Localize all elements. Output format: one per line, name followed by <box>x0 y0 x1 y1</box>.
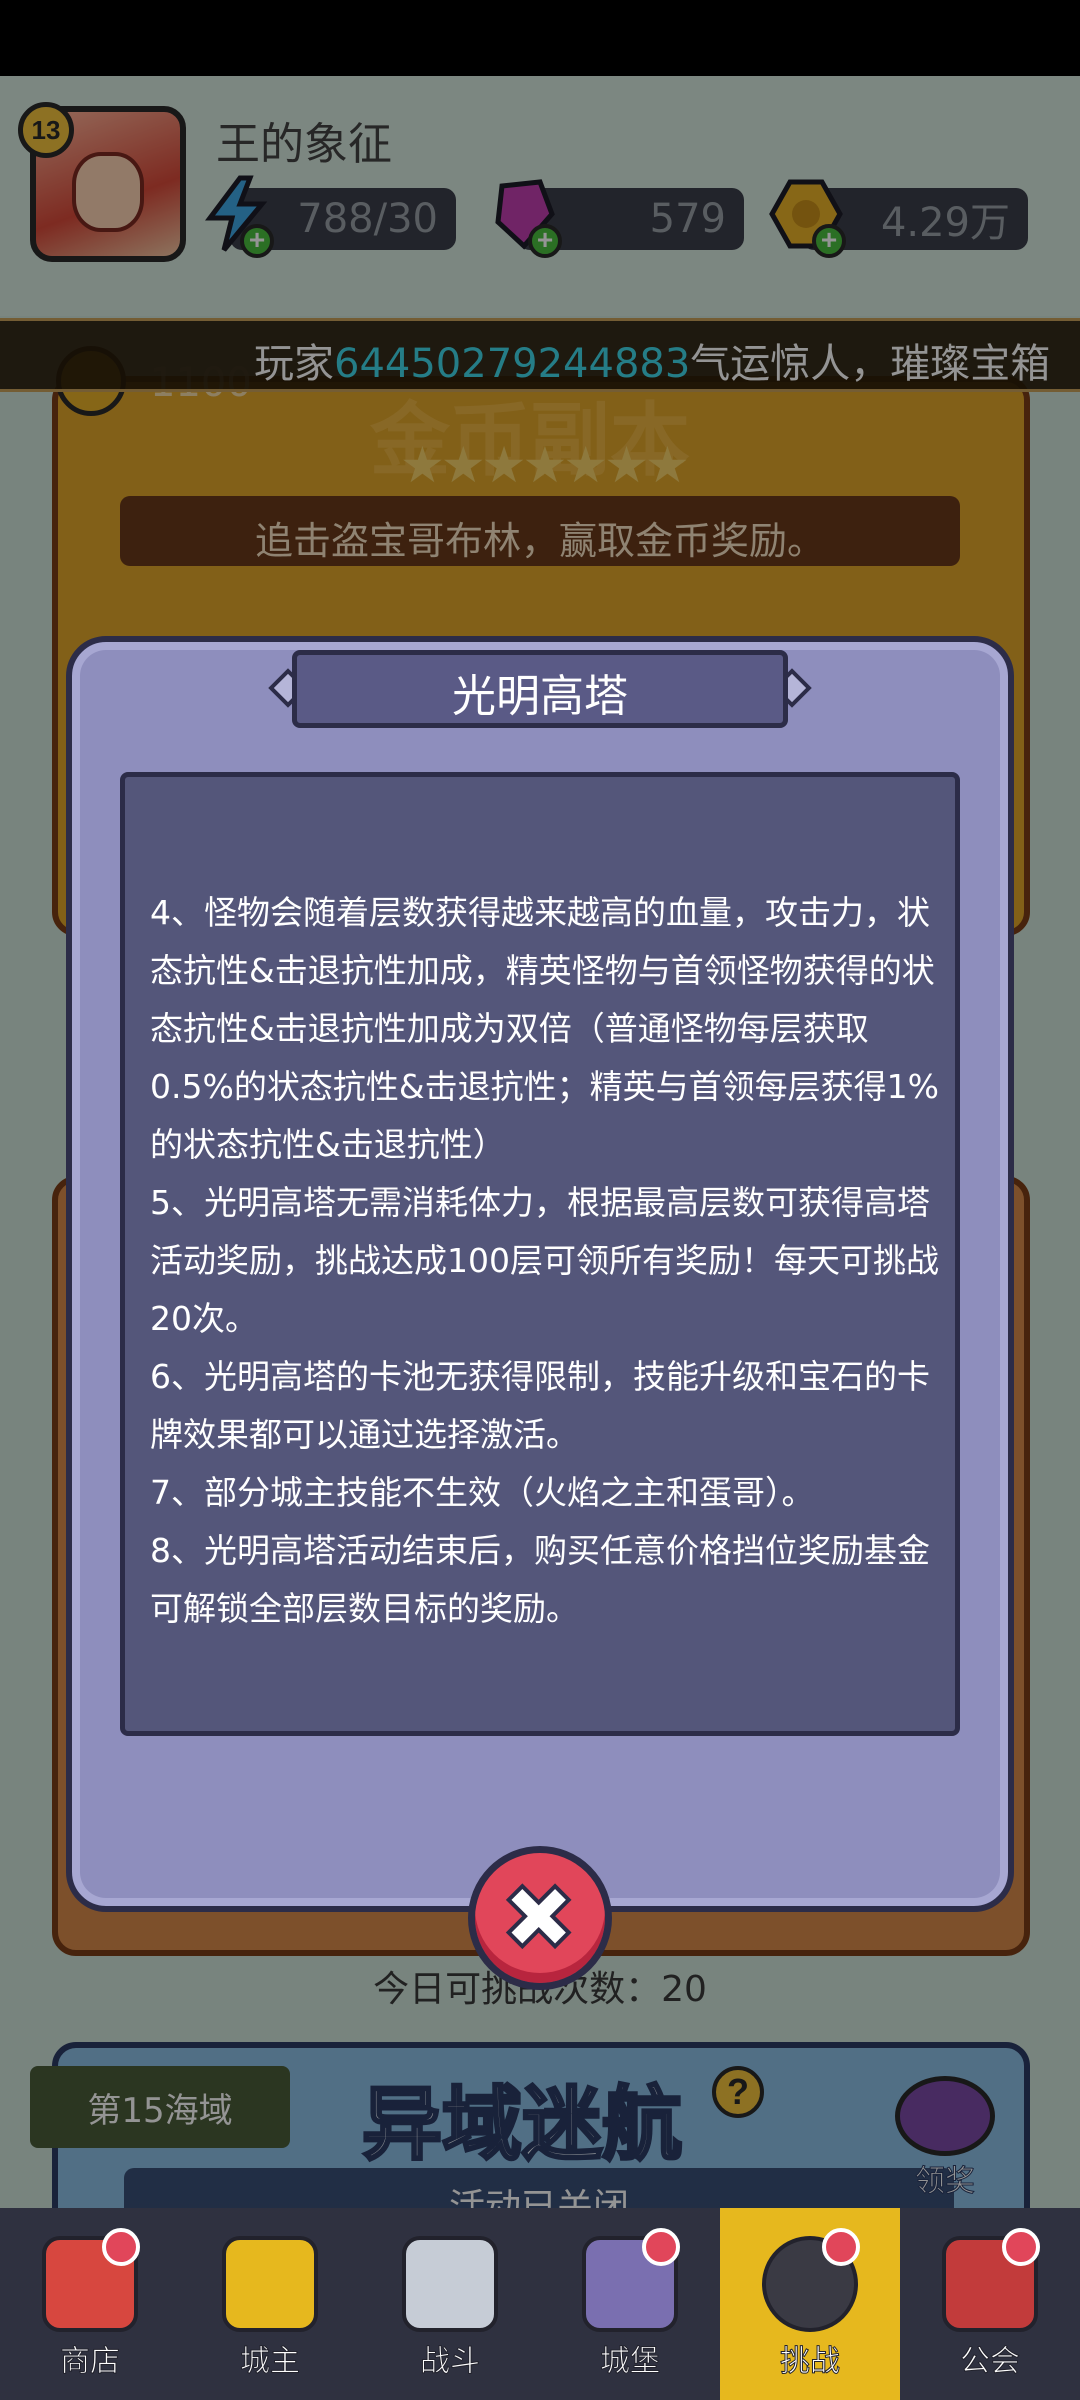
notification-badge <box>102 2228 140 2266</box>
nav-lord[interactable]: 城主 <box>180 2208 360 2400</box>
nav-label: 挑战 <box>780 2344 841 2380</box>
rules-list[interactable]: 4、怪物会随着层数获得越来越高的血量，攻击力，状态抗性&击退抗性加成，精英怪物与… <box>150 884 940 1638</box>
rule-item: 7、部分城主技能不生效（火焰之主和蛋哥）。 <box>150 1473 815 1512</box>
nav-challenge[interactable]: 挑战 <box>720 2208 900 2400</box>
bottom-nav: 商店 城主 战斗 城堡 挑战 公会 <box>0 2208 1080 2400</box>
close-button[interactable]: ✖ <box>468 1846 612 1990</box>
nav-guild[interactable]: 公会 <box>900 2208 1080 2400</box>
rule-item: 4、怪物会随着层数获得越来越高的血量，攻击力，状态抗性&击退抗性加成，精英怪物与… <box>150 893 939 1164</box>
nav-label: 商店 <box>60 2344 121 2380</box>
nav-label: 战斗 <box>420 2344 481 2380</box>
rule-item: 5、光明高塔无需消耗体力，根据最高层数可获得高塔活动奖励，挑战达成100层可领所… <box>150 1183 939 1338</box>
dialog-title: 光明高塔 <box>452 671 628 722</box>
nav-shop[interactable]: 商店 <box>0 2208 180 2400</box>
close-x-icon: ✖ <box>499 1866 578 1971</box>
notification-badge <box>642 2228 680 2266</box>
nav-battle[interactable]: 战斗 <box>360 2208 540 2400</box>
notification-badge <box>822 2228 860 2266</box>
nav-label: 公会 <box>960 2344 1021 2380</box>
crown-icon <box>222 2236 318 2332</box>
rule-item: 8、光明高塔活动结束后，购买任意价格挡位奖励基金可解锁全部层数目标的奖励。 <box>150 1531 930 1628</box>
status-bar <box>0 0 1080 76</box>
game-screen: 13 王的象征 788/30 + 579 + 4.29万 + 1100 金币副本… <box>0 76 1080 2400</box>
nav-label: 城主 <box>240 2344 301 2380</box>
nav-label: 城堡 <box>600 2344 661 2380</box>
rule-item: 6、光明高塔的卡池无获得限制，技能升级和宝石的卡牌效果都可以通过选择激活。 <box>150 1357 930 1454</box>
swords-icon <box>402 2236 498 2332</box>
notification-badge <box>1002 2228 1040 2266</box>
nav-castle[interactable]: 城堡 <box>540 2208 720 2400</box>
